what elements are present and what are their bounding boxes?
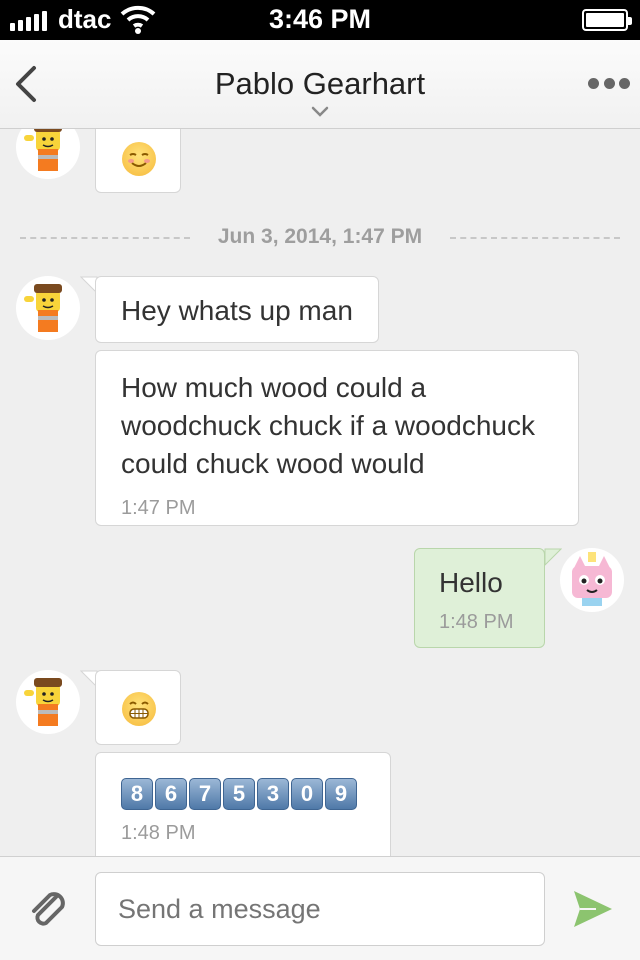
message-time: 1:48 PM <box>439 611 514 633</box>
keycap-digit: 3 <box>257 778 289 810</box>
battery-icon <box>582 9 632 31</box>
send-icon[interactable] <box>572 889 614 929</box>
composer-bar <box>0 856 640 960</box>
avatar[interactable] <box>16 670 80 734</box>
conversation-header: Pablo Gearhart <box>0 40 640 129</box>
message-bubble[interactable]: How much wood could a woodchuck chuck if… <box>95 350 579 526</box>
keycap-digit: 0 <box>291 778 323 810</box>
message-text-line: woodchuck chuck if a woodchuck <box>121 410 535 441</box>
paperclip-icon[interactable] <box>26 887 70 931</box>
message-text: Hey whats up man <box>121 295 353 326</box>
keycap-digit: 6 <box>155 778 187 810</box>
status-bar: dtac 3:46 PM <box>0 0 640 40</box>
message-bubble[interactable] <box>95 129 181 193</box>
message-bubble[interactable]: Hey whats up man <box>95 276 379 343</box>
more-options-icon[interactable] <box>588 76 630 90</box>
message-bubble-outgoing[interactable]: Hello 1:48 PM <box>414 548 545 648</box>
keycap-digit: 7 <box>189 778 221 810</box>
message-time: 1:48 PM <box>121 822 196 844</box>
keycap-digit: 8 <box>121 778 153 810</box>
grinning-face-emoji-icon <box>122 692 156 726</box>
message-text-line: How much wood could a <box>121 372 427 403</box>
message-text-line: could chuck wood would <box>121 448 425 479</box>
bubble-tail <box>544 548 562 566</box>
date-separator: Jun 3, 2014, 1:47 PM <box>20 225 620 249</box>
keycap-digit: 5 <box>223 778 255 810</box>
status-time: 3:46 PM <box>268 4 372 34</box>
keycap-digits: 8675309 <box>121 778 365 810</box>
message-text: Hello <box>439 567 503 598</box>
self-avatar[interactable] <box>560 548 624 612</box>
message-time: 1:47 PM <box>121 497 196 519</box>
keycap-digit: 9 <box>325 778 357 810</box>
smiling-face-emoji-icon <box>122 142 156 176</box>
message-input[interactable] <box>95 872 545 946</box>
message-list[interactable]: Jun 3, 2014, 1:47 PM Hey whats up man Ho… <box>0 129 640 856</box>
contact-name[interactable]: Pablo Gearhart <box>0 66 640 102</box>
chevron-down-icon[interactable] <box>311 106 329 118</box>
avatar[interactable] <box>16 276 80 340</box>
message-bubble[interactable] <box>95 670 181 745</box>
message-bubble[interactable]: 8675309 1:48 PM <box>95 752 391 856</box>
avatar[interactable] <box>16 129 80 179</box>
